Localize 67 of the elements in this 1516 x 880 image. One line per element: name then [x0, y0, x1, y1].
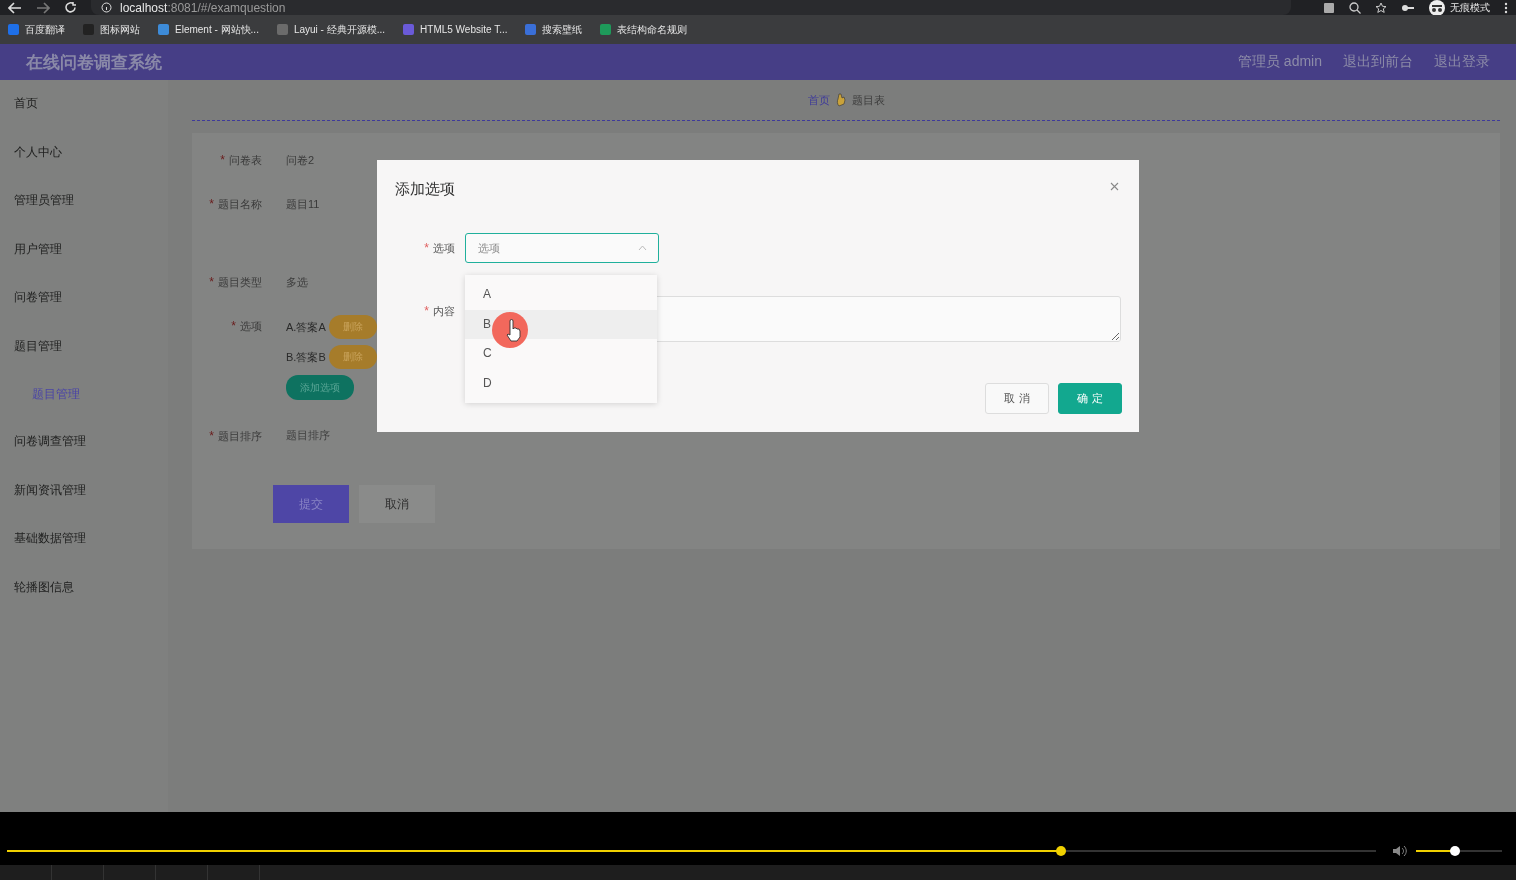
bookmark[interactable]: Element - 网站快... [158, 22, 259, 37]
confirm-button[interactable]: 确 定 [1058, 383, 1122, 414]
required-mark: * [209, 275, 214, 289]
dialog-title: 添加选项 [395, 180, 455, 199]
required-mark: * [231, 319, 236, 333]
sidebar-item[interactable]: 基础数据管理 [0, 529, 168, 578]
sidebar-item[interactable]: 管理员管理 [0, 191, 168, 240]
submit-button[interactable]: 提交 [273, 485, 349, 523]
sidebar-item[interactable]: 轮播图信息 [0, 577, 168, 626]
bookmark[interactable]: 搜索壁纸 [525, 22, 583, 37]
cancel-button[interactable]: 取 消 [985, 383, 1049, 414]
option-select[interactable]: 选项 [465, 233, 659, 263]
info-icon [101, 2, 112, 13]
more-icon[interactable] [1504, 1, 1508, 14]
header-link[interactable]: 退出登录 [1434, 53, 1490, 71]
bookmark[interactable]: 百度翻译 [8, 22, 65, 37]
cancel-button[interactable]: 取消 [359, 485, 435, 523]
option-text: A.答案A [286, 319, 326, 335]
close-icon[interactable] [1110, 182, 1119, 191]
bookmark[interactable]: 表结构命名规则 [600, 22, 688, 37]
volume-thumb[interactable] [1449, 846, 1460, 856]
profile-button[interactable]: 无痕模式 [1429, 0, 1490, 16]
cursor-icon [491, 311, 529, 349]
sidebar-item[interactable]: 首页 [0, 94, 168, 143]
field-label: 题目名称 [218, 198, 262, 210]
required-mark: * [209, 429, 214, 443]
sidebar-item[interactable]: 问卷调查管理 [0, 432, 168, 481]
field-value: 问卷2 [286, 153, 315, 168]
bookmark[interactable]: HTML5 Website T... [403, 24, 508, 35]
app-title: 在线问卷调查系统 [26, 51, 162, 74]
progress-thumb[interactable] [1056, 846, 1067, 856]
field-label: 题目类型 [218, 276, 262, 288]
sidebar-item[interactable]: 个人中心 [0, 142, 168, 191]
required-mark: * [424, 304, 429, 318]
address-field[interactable]: localhost:8081/#/examquestion [91, 0, 1291, 15]
sidebar-item[interactable]: 题目管理 [0, 336, 168, 385]
field-label: 题目排序 [218, 430, 262, 442]
key-icon[interactable] [1401, 2, 1415, 13]
bookmark[interactable]: 图标网站 [83, 22, 140, 37]
field-label: 内容 [433, 305, 455, 317]
volume-icon[interactable] [1392, 845, 1408, 857]
sidebar-item[interactable]: 问卷管理 [0, 288, 168, 337]
option-text: B.答案B [286, 349, 326, 365]
reload-icon[interactable] [64, 1, 77, 14]
field-value: 多选 [286, 275, 308, 290]
hand-icon [835, 93, 846, 107]
field-value: 题目11 [286, 197, 320, 212]
header-link[interactable]: 退出到前台 [1343, 53, 1413, 71]
user-label: 管理员 admin [1237, 53, 1322, 71]
sidebar-item[interactable]: 新闻资讯管理 [0, 480, 168, 529]
bookmark[interactable]: Layui - 经典开源模... [276, 22, 386, 37]
chevron-icon [638, 245, 647, 251]
required-mark: * [220, 153, 225, 167]
field-label: 选项 [433, 241, 455, 254]
dropdown-item[interactable]: A [465, 280, 657, 310]
dropdown-item[interactable]: C [465, 339, 657, 369]
sidebar-item[interactable]: 用户管理 [0, 239, 168, 288]
required-mark: * [424, 240, 429, 255]
field-label: 问卷表 [229, 154, 262, 166]
dropdown-item[interactable]: D [465, 368, 657, 398]
forward-icon[interactable] [36, 1, 50, 14]
zoom-icon[interactable] [1349, 1, 1361, 14]
field-label: 选项 [240, 320, 262, 332]
required-mark: * [209, 197, 214, 211]
star-icon[interactable] [1375, 1, 1387, 14]
back-icon[interactable] [8, 1, 22, 14]
breadcrumb-link[interactable]: 首页 [807, 92, 830, 108]
